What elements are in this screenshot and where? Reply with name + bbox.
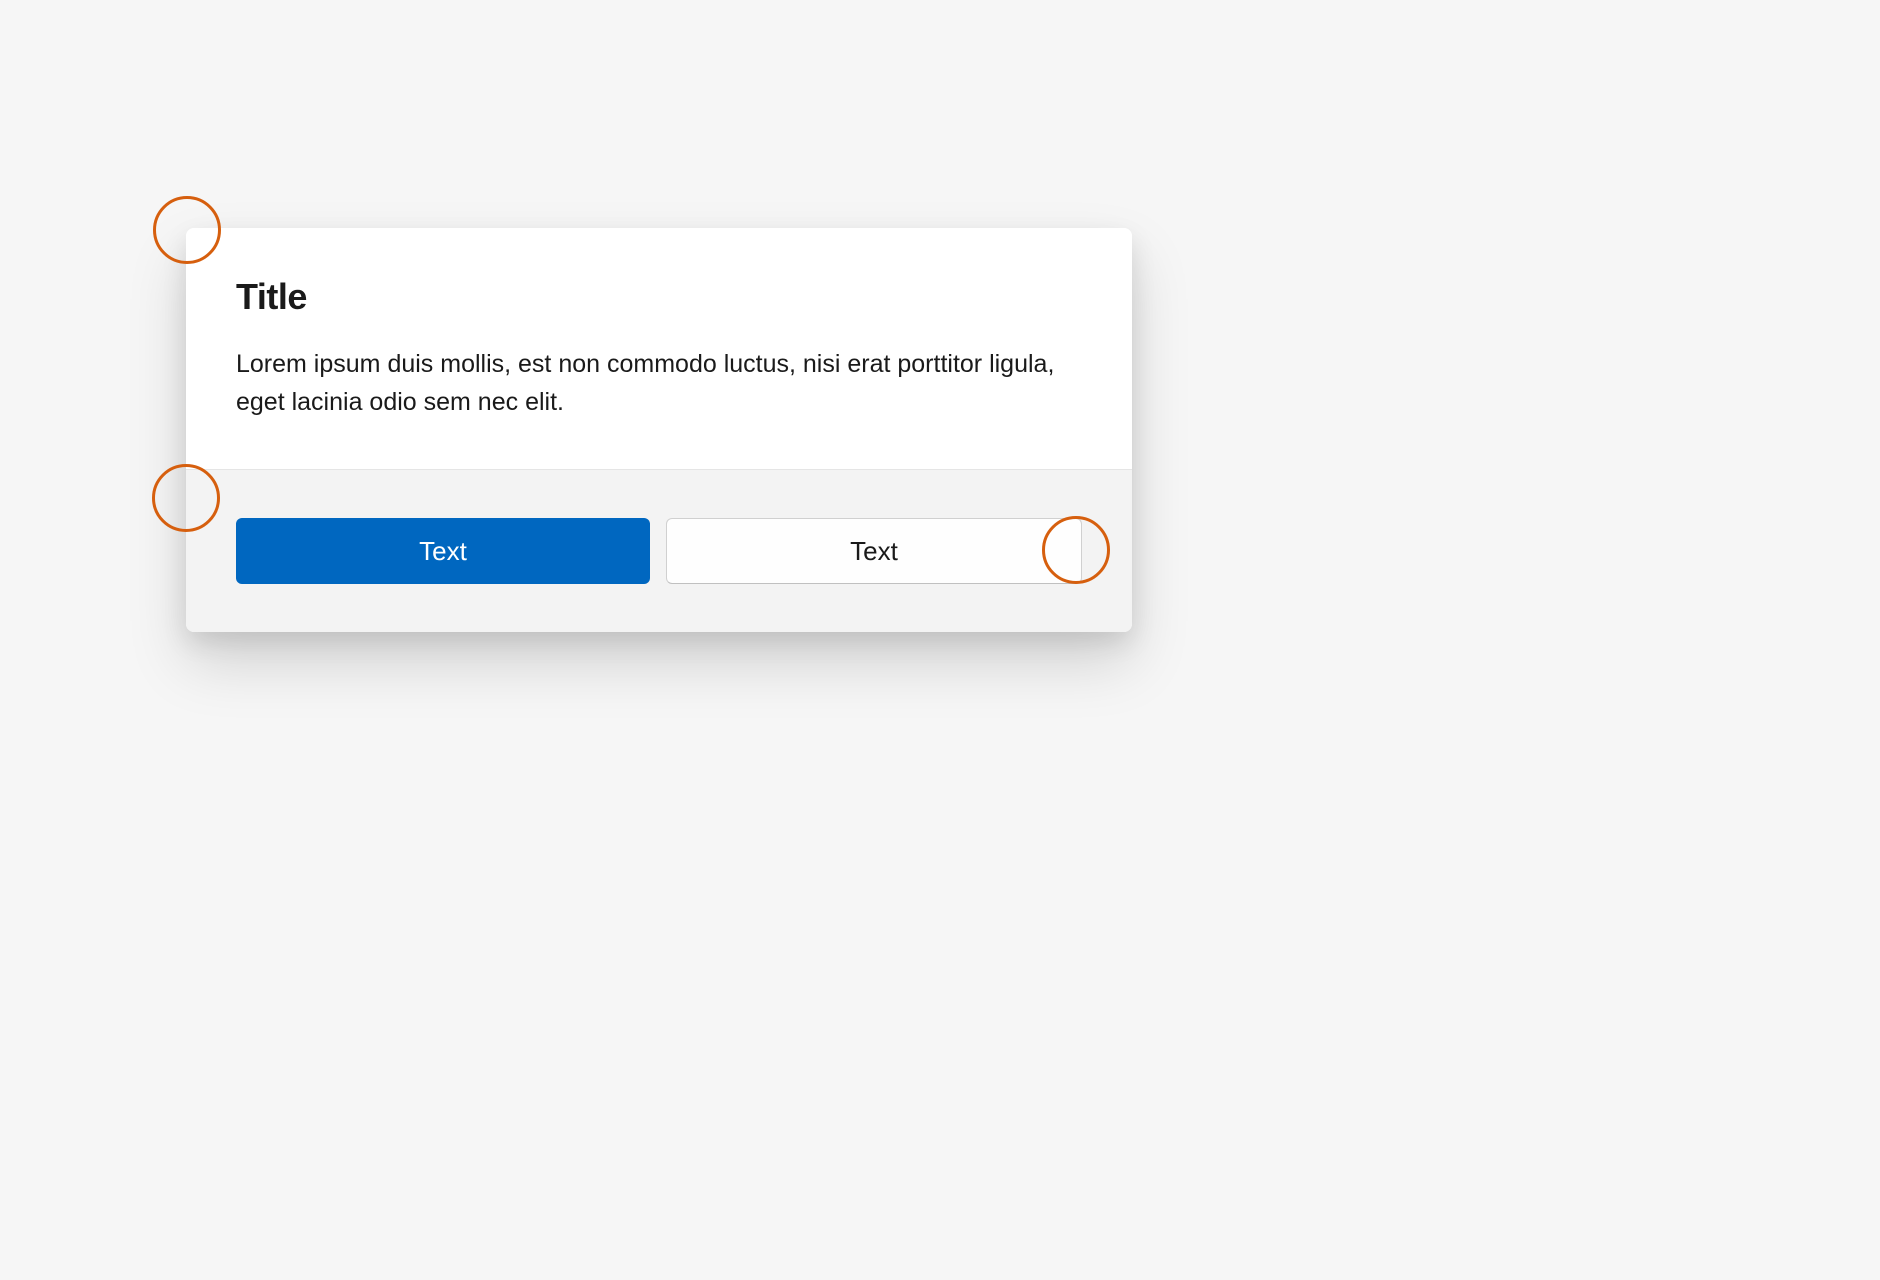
dialog-content-area: Title Lorem ipsum duis mollis, est non c… <box>186 228 1132 469</box>
primary-button[interactable]: Text <box>236 518 650 584</box>
dialog: Title Lorem ipsum duis mollis, est non c… <box>186 228 1132 632</box>
dialog-title: Title <box>236 276 1082 318</box>
dialog-footer: Text Text <box>186 469 1132 632</box>
secondary-button[interactable]: Text <box>666 518 1082 584</box>
dialog-body-text: Lorem ipsum duis mollis, est non commodo… <box>236 346 1082 421</box>
